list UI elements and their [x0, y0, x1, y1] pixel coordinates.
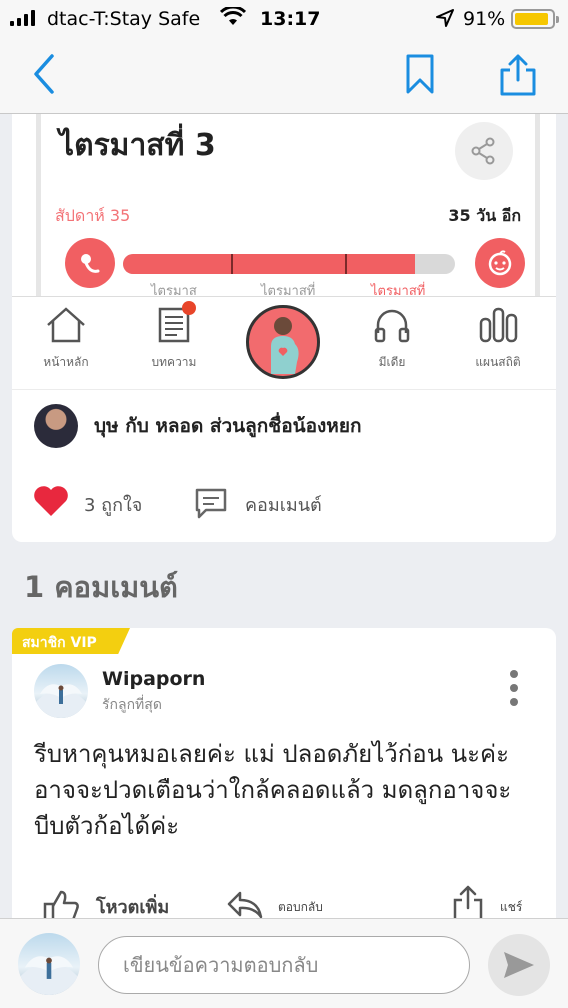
baby-face-icon — [475, 238, 525, 288]
like-button[interactable] — [32, 484, 70, 522]
notification-dot — [182, 301, 196, 315]
share-label[interactable]: แชร์ — [500, 898, 522, 917]
vip-badge: สมาชิก VIP — [12, 628, 130, 654]
trimester-title: ไตรมาสที่ 3 — [59, 128, 216, 163]
share-button[interactable] — [498, 52, 538, 102]
avatar[interactable] — [34, 404, 78, 448]
battery-icon — [511, 9, 559, 29]
post-author[interactable]: บุษ กับ หลอด ส่วนลูกชื่อน้องหยก — [34, 404, 361, 448]
baby-start-icon — [65, 238, 115, 288]
signal-icon — [10, 10, 35, 26]
widget-tab-bar: หน้าหลัก บทความ มีเดีย แผนสถิติ — [12, 296, 556, 390]
bookmark-button[interactable] — [404, 52, 436, 100]
avatar — [18, 933, 80, 995]
post-card: ไตรมาสที่ 3 สัปดาห์ 35 35 วัน อีก ไตรมาส… — [12, 114, 556, 542]
comment-author-subtitle: รักลูกที่สุด — [102, 697, 162, 713]
widget-share-button[interactable] — [455, 122, 513, 180]
send-button[interactable] — [488, 934, 550, 996]
bookmark-icon — [406, 54, 434, 94]
pregnancy-widget[interactable]: ไตรมาสที่ 3 สัปดาห์ 35 35 วัน อีก ไตรมาส… — [36, 114, 540, 299]
wifi-icon — [219, 5, 247, 32]
pregnancy-progress-bar — [123, 254, 455, 274]
send-icon — [504, 952, 534, 978]
post-actions: 3 ถูกใจ คอมเมนต์ — [32, 482, 532, 522]
share-icon — [500, 54, 536, 96]
days-left-label: 35 วัน อีก — [448, 206, 521, 225]
status-bar: dtac-T:Stay Safe 13:17 91% — [0, 0, 568, 38]
pregnancy-avatar-button[interactable] — [246, 305, 320, 379]
back-button[interactable] — [30, 52, 60, 100]
chevron-left-icon — [34, 54, 54, 94]
carrier-name: dtac-T:Stay Safe — [47, 8, 201, 30]
avatar[interactable] — [34, 664, 88, 718]
reply-label[interactable]: ตอบกลับ — [278, 898, 323, 917]
tab-home[interactable]: หน้าหลัก — [16, 305, 116, 372]
clock: 13:17 — [260, 8, 321, 30]
tab-media-label: มีเดีย — [378, 355, 406, 369]
vote-label[interactable]: โหวตเพิ่ม — [96, 892, 169, 921]
tab-stats[interactable]: แผนสถิติ — [448, 305, 548, 372]
location-icon — [436, 9, 454, 32]
battery-percent: 91% — [463, 8, 506, 30]
chart-icon — [479, 307, 518, 343]
reply-bar — [0, 918, 568, 1008]
tab-stats-label: แผนสถิติ — [475, 355, 521, 369]
reply-icon — [227, 891, 263, 919]
heart-icon — [34, 486, 68, 516]
comment-body: รีบหาคุนหมอเลยค่ะ แม่ ปลอดภัยไว้ก่อน นะค… — [34, 740, 512, 840]
comment-author-name[interactable]: Wipaporn — [102, 668, 205, 690]
comment-card: สมาชิก VIP Wipaporn รักลูกที่สุด รีบหาคุ… — [12, 628, 556, 928]
tab-articles[interactable]: บทความ — [124, 301, 224, 372]
more-options-button[interactable] — [510, 670, 518, 706]
tab-home-label: หน้าหลัก — [43, 355, 89, 369]
home-icon — [47, 307, 85, 343]
reply-input[interactable] — [98, 936, 470, 994]
comment-button[interactable] — [192, 484, 230, 526]
likes-count: 3 ถูกใจ — [84, 495, 143, 516]
share-nodes-icon — [471, 137, 495, 165]
pregnancy-avatar-icon — [271, 317, 299, 374]
comments-count-heading: 1 คอมเมนต์ — [24, 570, 178, 604]
week-label: สัปดาห์ 35 — [55, 206, 131, 225]
tab-media[interactable]: มีเดีย — [342, 305, 442, 372]
comment-icon — [195, 488, 227, 519]
navigation-bar — [0, 38, 568, 114]
headphones-icon — [374, 309, 410, 343]
author-name[interactable]: บุษ กับ หลอด ส่วนลูกชื่อน้องหยก — [94, 411, 361, 441]
tab-articles-label: บทความ — [151, 355, 197, 369]
comment-label[interactable]: คอมเมนต์ — [245, 490, 322, 519]
